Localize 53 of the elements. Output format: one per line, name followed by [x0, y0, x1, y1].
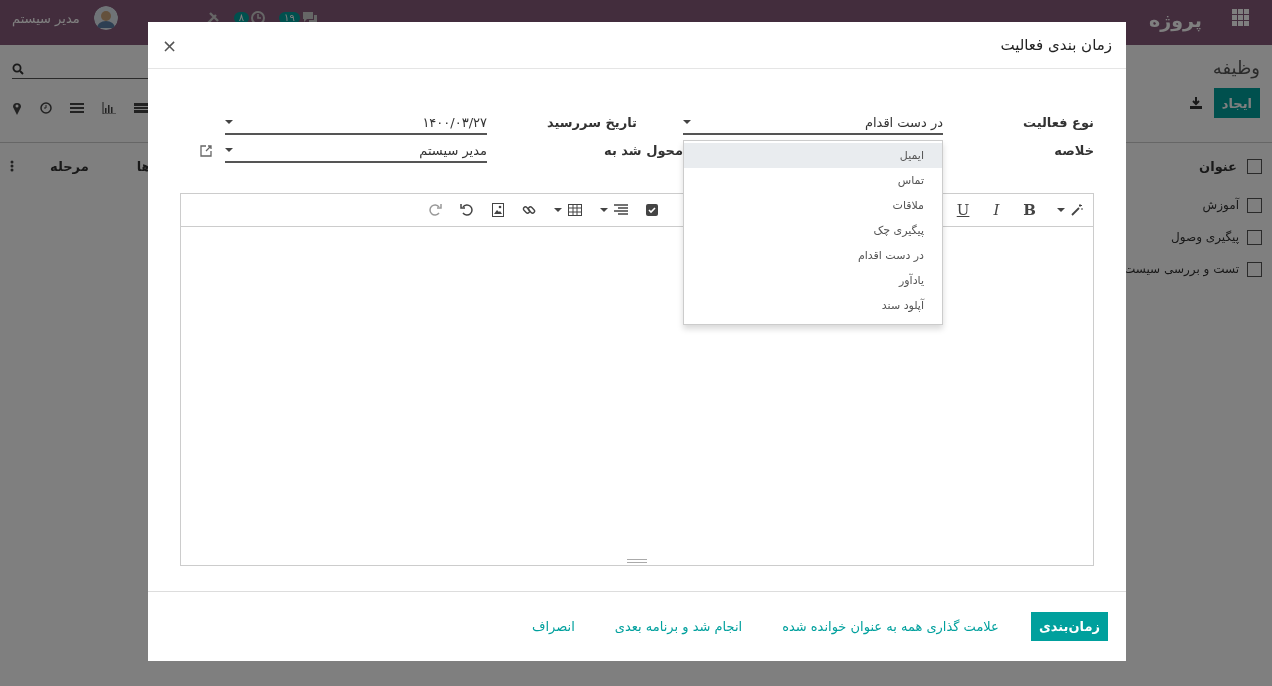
column-header[interactable]: مرحله	[50, 158, 89, 174]
align-button[interactable]	[599, 204, 628, 216]
dropdown-option[interactable]: آپلود سند	[684, 293, 942, 318]
list-view-icon[interactable]	[70, 102, 84, 114]
dialog-title: زمان بندی فعالیت	[1000, 36, 1112, 54]
avatar-icon[interactable]	[93, 6, 118, 30]
bar-chart-icon[interactable]	[102, 102, 116, 114]
field-label: تاریخ سررسید	[546, 114, 637, 132]
dropdown-option[interactable]: یادآور	[684, 268, 942, 293]
close-button[interactable]: ×	[158, 34, 182, 56]
map-pin-icon[interactable]	[12, 101, 22, 115]
dropdown-option[interactable]: در دست اقدام	[684, 243, 942, 268]
task-title[interactable]: تست و بررسی سیست	[1123, 262, 1239, 276]
external-link-icon[interactable]	[200, 145, 212, 157]
dropdown-option[interactable]: ملاقات	[684, 193, 942, 218]
checkbox[interactable]	[1247, 261, 1262, 277]
activity-type-select[interactable]: در دست اقدام	[683, 111, 943, 135]
due-date-field[interactable]: ۱۴۰۰/۰۳/۲۷	[225, 111, 487, 135]
dropdown-option[interactable]: ایمیل	[684, 143, 942, 168]
assignee-select[interactable]: مدیر سیستم	[225, 139, 487, 163]
undo-icon[interactable]	[459, 203, 474, 217]
field-label: محول شد به	[603, 142, 683, 160]
dropdown-option[interactable]: پیگیری چک	[684, 218, 942, 243]
breadcrumb: وظیفه	[1211, 57, 1260, 78]
table-button[interactable]	[553, 204, 582, 216]
align-icon	[613, 204, 628, 216]
checklist-icon[interactable]	[645, 204, 658, 216]
list-view-icon[interactable]	[134, 102, 148, 114]
redo-icon[interactable]	[427, 203, 442, 217]
download-icon[interactable]	[1189, 97, 1202, 109]
chat-icon[interactable]	[301, 11, 318, 25]
magic-wand-icon	[1071, 204, 1083, 216]
field-label: خلاصه	[1053, 142, 1094, 160]
format-button[interactable]: B	[1020, 201, 1039, 219]
checkbox[interactable]	[1247, 158, 1262, 174]
dropdown-option[interactable]: تماس	[684, 168, 942, 193]
app-title: پروژه	[1149, 9, 1202, 31]
style-button[interactable]	[1057, 204, 1083, 216]
field-label: نوع فعالیت	[1021, 114, 1094, 132]
search-icon	[12, 62, 24, 75]
column-header[interactable]: عنوان	[1199, 158, 1237, 174]
link-icon[interactable]	[521, 203, 536, 217]
more-options-icon[interactable]	[10, 160, 14, 172]
apps-menu-icon[interactable]	[1232, 9, 1250, 27]
format-button[interactable]: U	[953, 201, 973, 219]
checkbox[interactable]	[1247, 197, 1262, 213]
table-icon	[567, 204, 582, 216]
image-icon[interactable]	[491, 203, 504, 217]
task-title[interactable]: پیگیری وصول	[1171, 230, 1239, 244]
task-title[interactable]: آموزش	[1202, 198, 1239, 212]
checkbox[interactable]	[1247, 229, 1262, 245]
format-button[interactable]: I	[990, 201, 1003, 219]
resize-handle-icon[interactable]	[627, 558, 647, 564]
